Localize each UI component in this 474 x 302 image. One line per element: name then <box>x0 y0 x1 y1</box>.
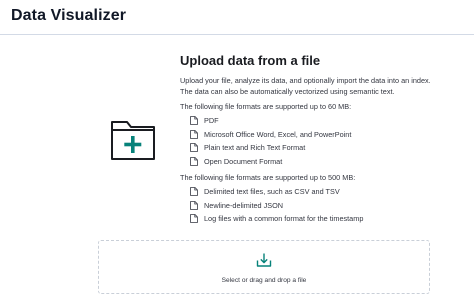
list-item: Newline-delimited JSON <box>190 199 460 213</box>
document-icon <box>190 116 198 126</box>
formats-60mb-list: PDF Microsoft Office Word, Excel, and Po… <box>180 114 460 168</box>
formats-60mb-lead: The following file formats are supported… <box>180 102 352 111</box>
file-dropzone[interactable]: Select or drag and drop a file <box>98 240 430 294</box>
document-icon <box>190 187 198 197</box>
list-item-label: PDF <box>204 116 219 126</box>
document-icon <box>190 156 198 166</box>
folder-add-icon <box>111 121 155 160</box>
document-icon <box>190 129 198 139</box>
document-icon <box>190 214 198 224</box>
formats-500mb-lead: The following file formats are supported… <box>180 173 356 182</box>
document-icon <box>190 143 198 153</box>
list-item: Open Document Format <box>190 155 460 169</box>
document-icon <box>190 200 198 210</box>
formats-500mb-list: Delimited text files, such as CSV and TS… <box>180 185 460 226</box>
list-item-label: Log files with a common format for the t… <box>204 214 364 224</box>
page-title: Data Visualizer <box>11 7 127 24</box>
list-item: Delimited text files, such as CSV and TS… <box>190 185 460 199</box>
page-header: Data Visualizer <box>0 0 474 35</box>
list-item-label: Delimited text files, such as CSV and TS… <box>204 187 340 197</box>
list-item-label: Microsoft Office Word, Excel, and PowerP… <box>204 129 352 139</box>
list-item: Microsoft Office Word, Excel, and PowerP… <box>190 128 460 142</box>
list-item: Log files with a common format for the t… <box>190 212 460 226</box>
main-panel: Upload data from a file Upload your file… <box>0 35 474 302</box>
list-item-label: Newline-delimited JSON <box>204 200 284 210</box>
upload-description-line-2: The data can also be automatically vecto… <box>180 87 395 96</box>
upload-info: Upload data from a file Upload your file… <box>180 53 460 226</box>
list-item-label: Open Document Format <box>204 156 283 166</box>
upload-description-line-1: Upload your file, analyze its data, and … <box>180 76 431 85</box>
list-item: Plain text and Rich Text Format <box>190 141 460 155</box>
list-item-label: Plain text and Rich Text Format <box>204 143 306 153</box>
dropzone-label[interactable]: Select or drag and drop a file <box>99 277 429 284</box>
list-item: PDF <box>190 114 460 128</box>
upload-icon[interactable] <box>256 252 272 268</box>
upload-heading: Upload data from a file <box>180 53 321 68</box>
